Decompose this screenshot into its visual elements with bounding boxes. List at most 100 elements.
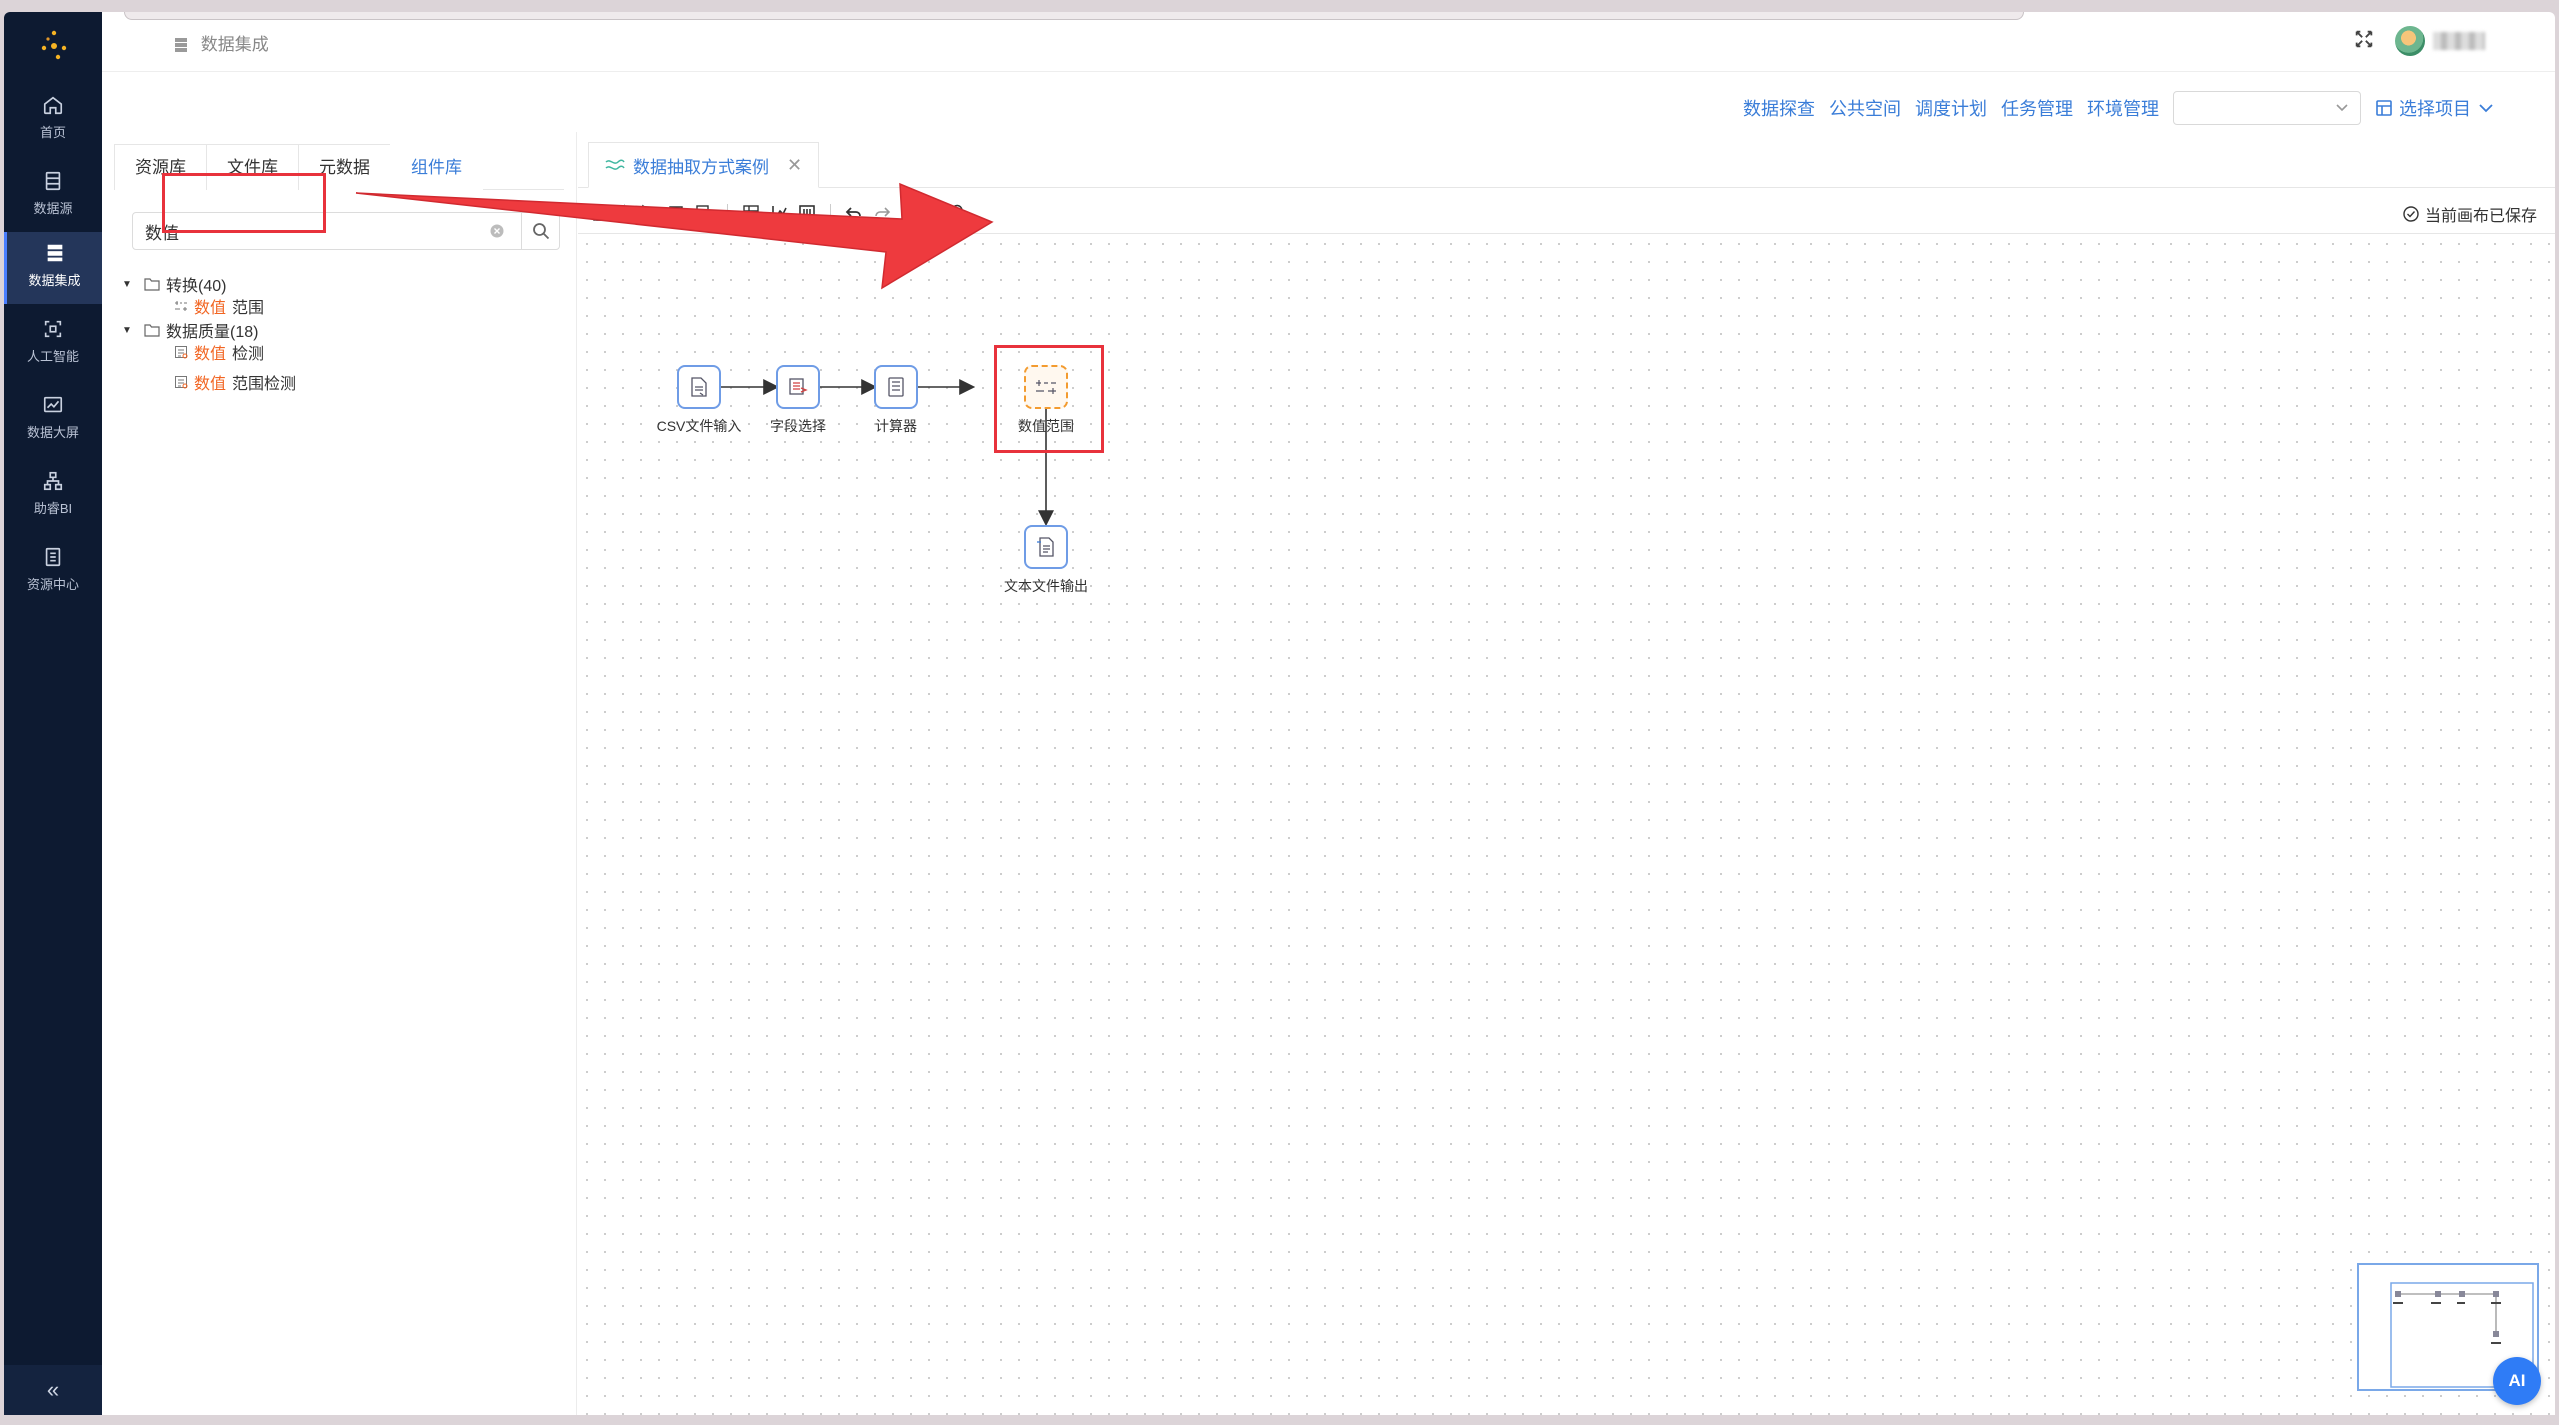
book-icon [45, 547, 61, 567]
avatar[interactable] [2395, 26, 2425, 56]
toolbar-divider [830, 203, 831, 222]
toolbar-divider [624, 203, 625, 222]
flow-canvas[interactable]: CSV文件输入 字段选择 计算器 数值范围 文本文件输出 AI [578, 235, 2555, 1415]
nav-dashboard[interactable]: 数据大屏 [4, 384, 102, 456]
tree-item-value-range[interactable]: 数值 范围 [174, 294, 264, 318]
side-navigation: 首页 数据源 数据集成 人工智能 数据大屏 助睿BI 资源中心 « [4, 12, 102, 1415]
app-window: 首页 数据源 数据集成 人工智能 数据大屏 助睿BI 资源中心 « 数据集成 数… [4, 12, 2555, 1415]
toolbar-divider [727, 203, 728, 222]
select-project-label: 选择项目 [2399, 99, 2471, 119]
chevron-down-icon [2336, 104, 2348, 112]
annotation-box-node [994, 345, 1104, 453]
menu-env-management[interactable]: 环境管理 [2087, 95, 2159, 121]
layout-icon[interactable] [796, 202, 818, 224]
search-button[interactable] [521, 213, 559, 249]
component-panel: 资源库 文件库 元数据 组件库 ▼ 转换(40) 数值 范围 [102, 132, 577, 1415]
home-icon [43, 96, 63, 115]
chevron-down-icon [2479, 104, 2493, 113]
logo-icon [41, 30, 67, 60]
nav-ai[interactable]: 人工智能 [4, 308, 102, 380]
close-icon[interactable]: ✕ [787, 155, 802, 176]
check-doc-icon [175, 376, 188, 389]
folder-icon [144, 324, 160, 337]
top-header: 数据集成 [102, 12, 2555, 72]
fullscreen-icon[interactable] [2353, 28, 2375, 50]
node-calculator[interactable] [874, 365, 918, 409]
tree-item-label: 检测 [232, 346, 265, 363]
node-text-output[interactable] [1024, 525, 1068, 569]
caret-down-icon: ▼ [122, 278, 132, 290]
align-icon[interactable] [768, 202, 790, 224]
menu-schedule-plan[interactable]: 调度计划 [1915, 95, 1987, 121]
value-range-icon [175, 301, 187, 311]
org-icon [43, 471, 63, 491]
nav-home[interactable]: 首页 [4, 84, 102, 156]
nav-home-label: 首页 [39, 125, 66, 140]
tree-group-transform[interactable]: ▼ 转换(40) [122, 272, 226, 296]
nav-bi[interactable]: 助睿BI [4, 460, 102, 532]
annotation-box-tree-item [162, 173, 326, 233]
nav-resource[interactable]: 资源中心 [4, 536, 102, 608]
node-field-select-label: 字段选择 [770, 418, 826, 434]
nav-integration[interactable]: 数据集成 [4, 232, 102, 304]
nav-resource-label: 资源中心 [26, 577, 79, 592]
tree-item-highlight: 数值 [194, 346, 227, 363]
node-field-select[interactable] [776, 365, 820, 409]
tree-group-data-quality[interactable]: ▼ 数据质量(18) [122, 318, 258, 342]
canvas-toolbar: 当前画布已保存 [578, 192, 2555, 234]
tree-item-highlight: 数值 [194, 300, 227, 317]
unlock-icon[interactable] [918, 202, 940, 224]
project-icon [2376, 100, 2392, 116]
environment-select[interactable] [2173, 91, 2361, 125]
tree-item-value-range-check[interactable]: 数值 范围检测 [174, 370, 296, 394]
search-icon [532, 223, 549, 240]
grid-icon[interactable] [740, 202, 762, 224]
file-output-icon [1037, 537, 1054, 557]
nav-ai-label: 人工智能 [26, 349, 79, 364]
select-project-button[interactable]: 选择项目 [2375, 95, 2495, 121]
collapse-button[interactable]: « [4, 1365, 102, 1415]
preview-icon[interactable] [693, 202, 715, 224]
check-circle-icon [2403, 206, 2419, 222]
node-text-output-label: 文本文件输出 [1004, 578, 1088, 594]
menu-task-management[interactable]: 任务管理 [2001, 95, 2073, 121]
integration-icon [175, 38, 187, 52]
undo-icon[interactable] [843, 202, 865, 224]
workspace-tabs: 数据抽取方式案例 ✕ [578, 132, 2555, 188]
database-icon [45, 171, 61, 191]
tree-item-value-check[interactable]: 数值 检测 [174, 340, 264, 364]
file-input-icon [691, 377, 707, 397]
redo-icon[interactable] [871, 202, 893, 224]
calculator-icon [888, 377, 904, 397]
clear-icon[interactable] [490, 224, 504, 238]
stop-icon[interactable] [665, 202, 687, 224]
tree-group-label: 数据质量(18) [166, 324, 259, 341]
check-doc-icon [175, 346, 188, 359]
tree-group-label: 转换(40) [166, 278, 227, 295]
save-icon[interactable] [590, 202, 612, 224]
run-icon[interactable] [637, 202, 659, 224]
ai-scan-icon [44, 320, 62, 338]
tab-workflow-title: 数据抽取方式案例 [633, 157, 769, 177]
tree-item-label: 范围 [232, 300, 265, 317]
integration-icon [47, 244, 62, 262]
nav-integration-label: 数据集成 [28, 273, 81, 288]
top-menu: 数据探查 公共空间 调度计划 任务管理 环境管理 选择项目 [1743, 91, 2495, 125]
tab-component-library[interactable]: 组件库 [390, 144, 483, 190]
menu-public-space[interactable]: 公共空间 [1829, 95, 1901, 121]
nav-datasource-label: 数据源 [33, 201, 73, 216]
folder-icon [144, 278, 160, 291]
nav-datasource[interactable]: 数据源 [4, 160, 102, 232]
breadcrumb-label: 数据集成 [200, 35, 269, 54]
node-csv-input[interactable] [677, 365, 721, 409]
ai-assistant-button[interactable]: AI [2493, 1357, 2541, 1405]
tree-item-highlight: 数值 [194, 376, 227, 393]
node-csv-input-label: CSV文件输入 [656, 418, 742, 434]
nav-dashboard-label: 数据大屏 [26, 425, 79, 440]
username-blurred[interactable] [2433, 32, 2485, 50]
caret-down-icon: ▼ [122, 324, 132, 336]
tab-workflow[interactable]: 数据抽取方式案例 ✕ [588, 142, 820, 188]
save-status-text: 当前画布已保存 [2424, 208, 2537, 225]
cloud-upload-icon[interactable] [946, 202, 968, 224]
menu-data-explore[interactable]: 数据探查 [1743, 95, 1815, 121]
